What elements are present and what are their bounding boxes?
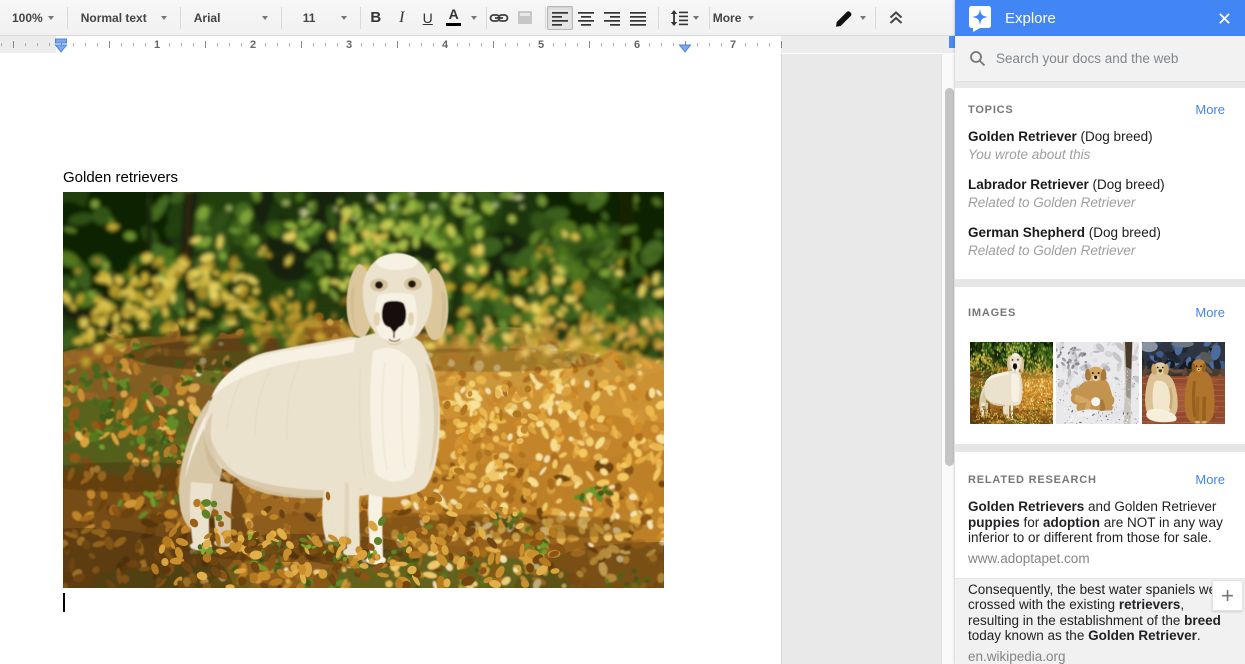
- svg-text:4: 4: [442, 39, 449, 51]
- svg-text:6: 6: [634, 39, 640, 51]
- svg-text:5: 5: [538, 39, 544, 51]
- svg-text:1: 1: [154, 39, 160, 51]
- svg-text:2: 2: [250, 39, 256, 51]
- svg-text:3: 3: [346, 39, 352, 51]
- svg-text:7: 7: [730, 39, 736, 51]
